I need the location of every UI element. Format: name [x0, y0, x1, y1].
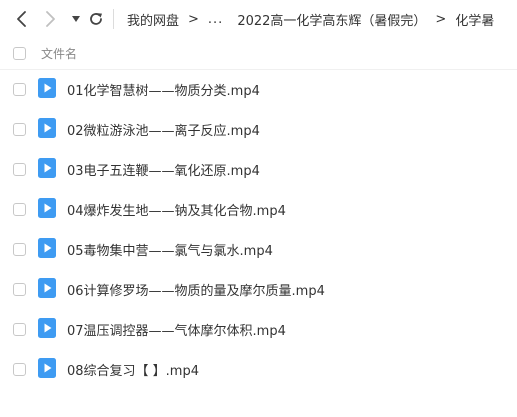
forward-button[interactable] — [40, 9, 60, 29]
refresh-button[interactable] — [86, 9, 106, 29]
file-name: 01化学智慧树——物质分类.mp4 — [67, 84, 260, 99]
list-header: 文件名 — [0, 38, 517, 70]
chevron-right-icon — [46, 11, 55, 27]
caret-down-icon — [72, 16, 80, 22]
breadcrumb-item-course-folder[interactable]: 2022高一化学高东辉（暑假完） — [237, 10, 426, 29]
file-row[interactable]: 02微粒游泳池——离子反应.mp4 — [0, 109, 517, 149]
select-all-checkbox[interactable] — [13, 47, 26, 60]
chevron-left-icon — [17, 11, 26, 27]
video-file-icon — [38, 78, 56, 98]
breadcrumb-separator: > — [188, 11, 199, 27]
toolbar-divider — [113, 9, 114, 29]
file-name: 06计算修罗场——物质的量及摩尔质量.mp4 — [67, 284, 325, 299]
file-checkbox[interactable] — [13, 123, 26, 136]
file-name: 02微粒游泳池——离子反应.mp4 — [67, 124, 260, 139]
file-row[interactable]: 01化学智慧树——物质分类.mp4 — [0, 69, 517, 109]
video-file-icon — [38, 118, 56, 138]
breadcrumb-item-collapsed[interactable]: ... — [208, 12, 223, 27]
video-file-icon — [38, 318, 56, 338]
file-checkbox[interactable] — [13, 203, 26, 216]
file-row[interactable]: 06计算修罗场——物质的量及摩尔质量.mp4 — [0, 269, 517, 309]
file-checkbox[interactable] — [13, 323, 26, 336]
column-header-name[interactable]: 文件名 — [41, 45, 77, 62]
file-row[interactable]: 07温压调控器——气体摩尔体积.mp4 — [0, 309, 517, 349]
file-row[interactable]: 05毒物集中营——氯气与氯水.mp4 — [0, 229, 517, 269]
file-row[interactable]: 04爆炸发生地——钠及其化合物.mp4 — [0, 189, 517, 229]
toolbar: 我的网盘 > ... 2022高一化学高东辉（暑假完） > 化学暑 — [0, 0, 517, 38]
file-name: 04爆炸发生地——钠及其化合物.mp4 — [67, 204, 286, 219]
file-name: 07温压调控器——气体摩尔体积.mp4 — [67, 324, 286, 339]
video-file-icon — [38, 358, 56, 378]
file-name: 05毒物集中营——氯气与氯水.mp4 — [67, 244, 273, 259]
video-file-icon — [38, 198, 56, 218]
file-checkbox[interactable] — [13, 243, 26, 256]
file-row[interactable]: 08综合复习【 】.mp4 — [0, 349, 517, 389]
file-row[interactable]: 03电子五连鞭——氧化还原.mp4 — [0, 149, 517, 189]
breadcrumb-separator: > — [435, 11, 447, 27]
file-name: 03电子五连鞭——氧化还原.mp4 — [67, 164, 260, 179]
file-checkbox[interactable] — [13, 83, 26, 96]
video-file-icon — [38, 238, 56, 258]
file-checkbox[interactable] — [13, 363, 26, 376]
breadcrumb-item-root[interactable]: 我的网盘 — [127, 10, 179, 29]
file-checkbox[interactable] — [13, 163, 26, 176]
back-button[interactable] — [12, 9, 32, 29]
video-file-icon — [38, 278, 56, 298]
video-file-icon — [38, 158, 56, 178]
history-dropdown-button[interactable] — [66, 9, 86, 29]
breadcrumb: 我的网盘 > ... 2022高一化学高东辉（暑假完） > 化学暑 — [127, 0, 494, 38]
refresh-icon — [90, 13, 102, 25]
breadcrumb-item-current[interactable]: 化学暑 — [455, 10, 494, 29]
file-name: 08综合复习【 】.mp4 — [67, 364, 199, 379]
file-checkbox[interactable] — [13, 283, 26, 296]
